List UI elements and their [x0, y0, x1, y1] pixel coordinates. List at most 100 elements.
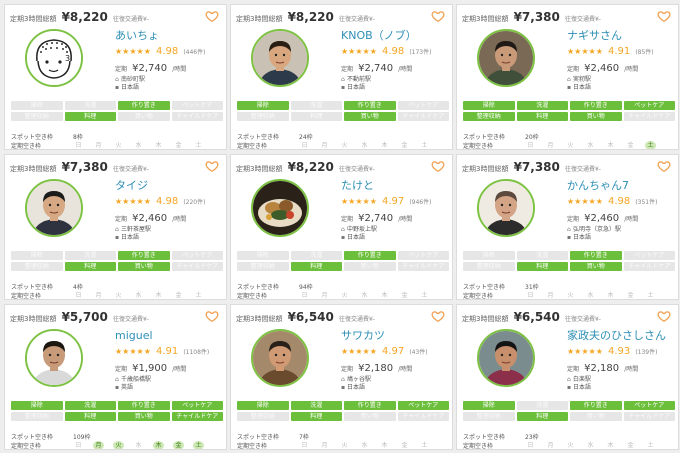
- weekday-list: 日月火水木金土: [525, 291, 665, 299]
- weekday-7: 土: [421, 442, 428, 449]
- staff-card-2[interactable]: 定期3時間総額 ¥8,220 往復交通費¥- KNOB（ノブ） ★★★★★ 4.…: [230, 4, 453, 150]
- heart-outline-icon[interactable]: [657, 159, 671, 173]
- regular-label: 定期空き枠: [237, 293, 268, 300]
- language-name: 日本語: [347, 84, 366, 91]
- weekday-6: 金: [627, 292, 634, 299]
- staff-info: KNOB（ノブ） ★★★★★ 4.98 (173件) 定期 ¥2,740 /時間…: [341, 29, 449, 92]
- staff-card-3[interactable]: 定期3時間総額 ¥7,380 往復交通費¥- ナギサさん ★★★★★ 4.91 …: [456, 4, 679, 150]
- travel-fee-note: 往復交通費¥-: [338, 316, 375, 323]
- weekday-2: 月: [547, 442, 554, 449]
- price-value: ¥7,380: [61, 160, 108, 174]
- price-label: 定期3時間総額: [236, 15, 283, 23]
- review-count: (446件): [183, 49, 206, 56]
- availability: スポット空き枠 20枠 定期空き枠 日 月 火 水 木 金 土: [463, 132, 675, 149]
- service-tag: 掃除: [11, 101, 63, 110]
- service-tag: 洗濯: [290, 101, 342, 110]
- language-name: 日本語: [347, 384, 366, 391]
- heart-outline-icon[interactable]: [431, 159, 445, 173]
- service-tag: 料理: [516, 262, 568, 271]
- heart-outline-icon[interactable]: [657, 309, 671, 323]
- weekday-4: 水: [361, 292, 368, 299]
- staff-card-9[interactable]: 定期3時間総額 ¥6,540 往復交通費¥- 家政夫のひさしさん ★★★★★ 4…: [456, 304, 679, 450]
- language-row: ▪ 英語: [115, 384, 223, 392]
- service-tag: 作り置き: [570, 101, 622, 110]
- avatar[interactable]: [251, 179, 309, 237]
- staff-card-8[interactable]: 定期3時間総額 ¥6,540 往復交通費¥- サワカツ ★★★★★ 4.97 (…: [230, 304, 453, 450]
- staff-name[interactable]: かんちゃん7: [567, 179, 675, 193]
- hourly-rate: 定期 ¥2,460 /時間: [567, 210, 675, 226]
- heart-outline-icon[interactable]: [657, 9, 671, 23]
- spot-value: 31枠: [525, 284, 539, 291]
- heart-outline-icon[interactable]: [205, 9, 219, 23]
- spot-value: 24枠: [299, 134, 313, 141]
- avatar[interactable]: [251, 329, 309, 387]
- weekday-5: 木: [381, 292, 388, 299]
- service-tag: 料理: [64, 262, 116, 271]
- service-tag: 整理収納: [237, 262, 289, 271]
- regular-availability-row: 定期空き枠 日 月 火 水 木 金 土: [11, 291, 223, 299]
- staff-card-4[interactable]: 定期3時間総額 ¥7,380 往復交通費¥- タイジ ★★★★★ 4.98 (2…: [4, 154, 227, 300]
- staff-name[interactable]: たけと: [341, 179, 449, 193]
- service-tag: 買い物: [344, 112, 396, 121]
- avatar-photo: [479, 181, 533, 235]
- staff-name[interactable]: 家政夫のひさしさん: [567, 329, 675, 343]
- staff-name[interactable]: サワカツ: [341, 329, 449, 343]
- service-tag: 整理収納: [237, 412, 289, 421]
- spot-label: スポット空き枠: [11, 284, 54, 291]
- service-tag: ペットケア: [171, 101, 223, 110]
- avatar-photo: [479, 31, 533, 85]
- service-tag: チャイルドケア: [623, 112, 675, 121]
- avatar[interactable]: [477, 329, 535, 387]
- weekday-6: 金: [401, 292, 408, 299]
- heart-outline-icon[interactable]: [431, 309, 445, 323]
- weekday-5: 木: [381, 442, 388, 449]
- avatar-photo: [253, 331, 307, 385]
- weekday-3: 火: [341, 142, 348, 149]
- staff-name[interactable]: ナギサさん: [567, 29, 675, 43]
- language-row: ▪ 日本語: [341, 234, 449, 242]
- staff-card-5[interactable]: 定期3時間総額 ¥8,220 往復交通費¥- たけと ★★★★★ 4.97 (9…: [230, 154, 453, 300]
- review-count: (173件): [409, 49, 432, 56]
- service-tag: チャイルドケア: [171, 412, 223, 421]
- weekday-6: 金: [175, 142, 182, 149]
- staff-name[interactable]: KNOB（ノブ）: [341, 29, 449, 43]
- avatar[interactable]: [251, 29, 309, 87]
- avatar[interactable]: [25, 179, 83, 237]
- service-tag: 整理収納: [463, 412, 515, 421]
- avatar[interactable]: [477, 179, 535, 237]
- review-count: (220件): [183, 199, 206, 206]
- service-tag: ペットケア: [171, 251, 223, 260]
- rate-label: 定期: [115, 366, 128, 373]
- staff-name[interactable]: タイジ: [115, 179, 223, 193]
- weekday-7: 土: [195, 292, 202, 299]
- heart-outline-icon[interactable]: [431, 9, 445, 23]
- staff-card-6[interactable]: 定期3時間総額 ¥7,380 往復交通費¥- かんちゃん7 ★★★★★ 4.98…: [456, 154, 679, 300]
- rate-unit: /時間: [624, 366, 639, 373]
- price-line: 定期3時間総額 ¥8,220 往復交通費¥-: [236, 159, 375, 177]
- avatar[interactable]: [25, 329, 83, 387]
- language-row: ▪ 日本語: [567, 234, 675, 242]
- rate-value: ¥2,460: [584, 213, 620, 224]
- travel-fee-note: 往復交通費¥-: [112, 166, 149, 173]
- weekday-5: 木: [607, 292, 614, 299]
- language-row: ▪ 日本語: [115, 234, 223, 242]
- spot-value: 7枠: [299, 434, 309, 441]
- staff-card-1[interactable]: 定期3時間総額 ¥8,220 往復交通費¥- 3 あいちょ ★★★★★ 4.98…: [4, 4, 227, 150]
- avatar[interactable]: 3: [25, 29, 83, 87]
- review-count: (43件): [409, 349, 428, 356]
- heart-outline-icon[interactable]: [205, 159, 219, 173]
- rate-label: 定期: [341, 366, 354, 373]
- heart-outline-icon[interactable]: [205, 309, 219, 323]
- availability: スポット空き枠 7枠 定期空き枠 日 月 火 水 木 金 土: [237, 432, 449, 449]
- language-row: ▪ 日本語: [341, 84, 449, 92]
- service-tag: ペットケア: [623, 251, 675, 260]
- regular-label: 定期空き枠: [237, 143, 268, 150]
- service-tag: ペットケア: [397, 251, 449, 260]
- staff-card-7[interactable]: 定期3時間総額 ¥5,700 往復交通費¥- miguel ★★★★★ 4.91…: [4, 304, 227, 450]
- spot-value: 94枠: [299, 284, 313, 291]
- review-count: (1108件): [183, 349, 210, 356]
- staff-name[interactable]: miguel: [115, 329, 223, 343]
- spot-label: スポット空き枠: [11, 134, 54, 141]
- staff-name[interactable]: あいちょ: [115, 29, 223, 43]
- avatar[interactable]: [477, 29, 535, 87]
